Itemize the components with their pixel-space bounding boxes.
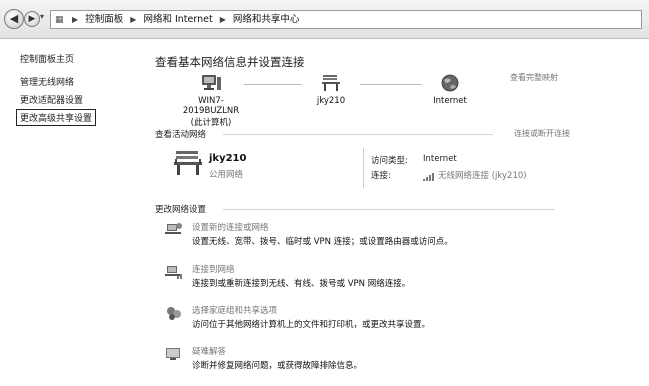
left-pane: 控制面板主页 管理无线网络 更改适配器设置 更改高级共享设置 bbox=[0, 39, 140, 386]
section-divider bbox=[223, 134, 493, 135]
back-button[interactable]: ◀ bbox=[4, 9, 24, 29]
access-type-value: Internet bbox=[423, 154, 457, 164]
address-bar[interactable]: ▦ ▶ 控制面板 ▶ 网络和 Internet ▶ 网络和共享中心 bbox=[50, 10, 642, 29]
connection-line bbox=[244, 84, 302, 85]
page-title: 查看基本网络信息并设置连接 bbox=[155, 55, 305, 69]
connection-line bbox=[360, 84, 422, 85]
connect-network-link[interactable]: 连接到网络 bbox=[192, 263, 235, 275]
active-networks-header: 查看活动网络 bbox=[155, 130, 207, 140]
homegroup-sharing-link[interactable]: 选择家庭组和共享选项 bbox=[192, 304, 277, 316]
bench-icon bbox=[174, 151, 202, 175]
troubleshoot-icon bbox=[166, 348, 180, 360]
chevron-right-icon[interactable]: ▶ bbox=[72, 11, 78, 28]
connect-network-desc: 连接到或重新连接到无线、有线、拨号或 VPN 网络连接。 bbox=[192, 279, 411, 289]
access-type-label: 访问类型: bbox=[371, 156, 408, 166]
connect-disconnect-link[interactable]: 连接或断开连接 bbox=[514, 128, 570, 139]
bench-icon bbox=[322, 75, 340, 91]
breadcrumb-control-panel[interactable]: 控制面板 bbox=[85, 14, 123, 25]
troubleshoot-desc: 诊断并修复网络问题，或获得故障排除信息。 bbox=[192, 361, 363, 371]
change-adapter-settings-link[interactable]: 更改适配器设置 bbox=[20, 93, 83, 106]
internet-label: Internet bbox=[433, 96, 467, 106]
new-connection-link[interactable]: 设置新的连接或网络 bbox=[192, 221, 269, 233]
internet-node[interactable]: Internet bbox=[425, 74, 475, 106]
change-settings-header: 更改网络设置 bbox=[155, 205, 207, 215]
active-network-type[interactable]: 公用网络 bbox=[209, 168, 243, 180]
section-divider bbox=[223, 209, 555, 210]
control-panel-icon: ▦ bbox=[55, 15, 64, 25]
computer-name: WIN7-2019BUZLNR bbox=[182, 96, 240, 116]
computer-icon bbox=[202, 75, 221, 90]
chevron-right-icon[interactable]: ▶ bbox=[130, 11, 136, 28]
wireless-connection-link[interactable]: 无线网络连接 (jky210) bbox=[423, 169, 527, 181]
connections-label: 连接: bbox=[371, 171, 391, 181]
active-network-name[interactable]: jky210 bbox=[209, 153, 246, 164]
homegroup-sharing-desc: 访问位于其他网络计算机上的文件和打印机，或更改共享设置。 bbox=[192, 320, 431, 330]
wireless-connection-text: 无线网络连接 (jky210) bbox=[438, 171, 527, 181]
manage-wireless-networks-link[interactable]: 管理无线网络 bbox=[20, 75, 74, 88]
vertical-divider bbox=[363, 148, 364, 188]
network-name: jky210 bbox=[316, 96, 346, 106]
breadcrumb-network-sharing-center[interactable]: 网络和共享中心 bbox=[233, 14, 300, 25]
forward-button[interactable]: ▶ bbox=[24, 11, 40, 27]
main-content: 查看基本网络信息并设置连接 查看完整映射 WIN7-2019BUZLNR (此计… bbox=[140, 39, 649, 386]
computer-node[interactable]: WIN7-2019BUZLNR (此计算机) bbox=[170, 74, 252, 128]
troubleshoot-link[interactable]: 疑难解答 bbox=[192, 345, 226, 357]
connect-network-icon bbox=[165, 266, 182, 279]
breadcrumb-network-internet[interactable]: 网络和 Internet bbox=[143, 14, 212, 25]
computer-note: (此计算机) bbox=[190, 118, 232, 128]
network-setup-icon bbox=[165, 223, 182, 234]
globe-icon bbox=[441, 74, 459, 92]
recent-pages-dropdown-icon[interactable]: ▾ bbox=[40, 12, 44, 21]
new-connection-desc: 设置无线、宽带、拨号、临时或 VPN 连接；或设置路由器或访问点。 bbox=[192, 237, 453, 247]
homegroup-icon bbox=[167, 307, 181, 320]
see-full-map-link[interactable]: 查看完整映射 bbox=[510, 72, 558, 83]
signal-strength-icon bbox=[423, 173, 434, 181]
chevron-right-icon[interactable]: ▶ bbox=[220, 11, 226, 28]
control-panel-home-link[interactable]: 控制面板主页 bbox=[20, 52, 74, 65]
network-node[interactable]: jky210 bbox=[305, 74, 357, 106]
title-bar: ◀ ▶ ▾ ▦ ▶ 控制面板 ▶ 网络和 Internet ▶ 网络和共享中心 bbox=[0, 0, 649, 39]
change-advanced-sharing-settings-link[interactable]: 更改高级共享设置 bbox=[16, 109, 97, 126]
